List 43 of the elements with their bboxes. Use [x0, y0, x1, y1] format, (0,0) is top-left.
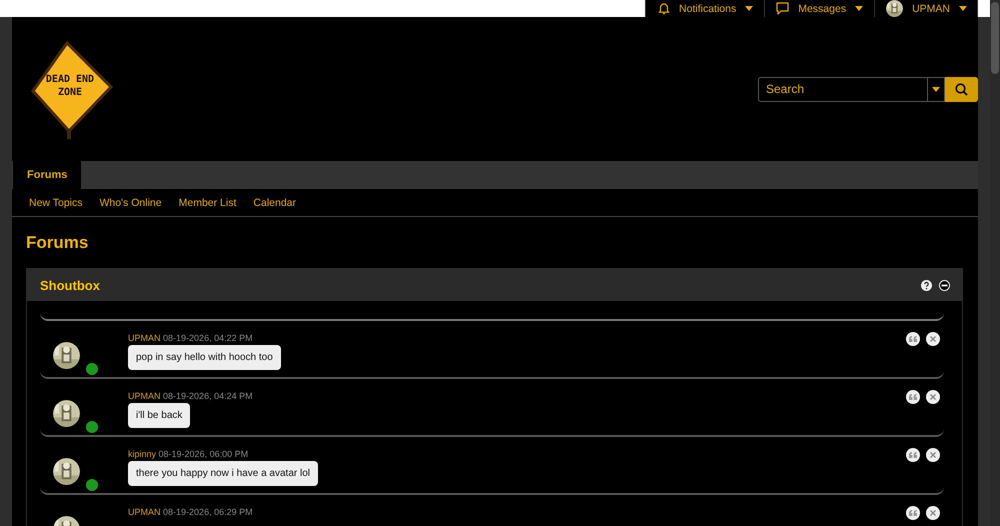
quote-icon — [909, 394, 917, 400]
delete-button[interactable] — [926, 390, 940, 404]
search-icon — [955, 82, 968, 96]
collapse-icon[interactable] — [939, 280, 950, 290]
page-title: Forums — [25, 232, 90, 254]
message-meta: kipinny 08-19-2026, 06:00 PM — [128, 449, 250, 459]
subnav-link[interactable]: Who's Online — [100, 196, 162, 208]
subnav-link[interactable]: New Topics — [29, 196, 82, 208]
close-icon — [930, 452, 936, 458]
caret-icon — [959, 6, 967, 11]
close-icon — [930, 510, 936, 516]
search-field[interactable]: Search — [758, 76, 927, 102]
quote-button[interactable] — [906, 332, 920, 346]
subnav-link[interactable]: Member List — [178, 196, 236, 208]
message-meta: UPMAN 08-19-2026, 06:29 PM — [128, 507, 254, 517]
help-icon[interactable] — [921, 280, 932, 290]
caret-icon — [932, 86, 940, 92]
message-bubble: pop in say hello with hooch too — [128, 345, 281, 370]
message-meta: UPMAN 08-19-2026, 04:24 PM — [128, 391, 254, 401]
delete-button[interactable] — [926, 448, 940, 462]
speech-bubble-icon — [776, 2, 790, 15]
quote-icon — [909, 510, 917, 516]
scrollbar[interactable] — [990, 0, 1000, 526]
caret-icon — [855, 6, 864, 11]
quote-button[interactable] — [906, 390, 920, 404]
close-icon — [930, 336, 936, 342]
quote-icon — [909, 452, 917, 458]
delete-button[interactable] — [926, 506, 940, 520]
subnav-link[interactable]: Calendar — [253, 196, 296, 208]
quote-icon — [909, 336, 917, 342]
search-options-button[interactable] — [927, 76, 945, 102]
quote-button[interactable] — [906, 506, 920, 520]
panel-title: Shoutbox — [40, 278, 101, 292]
quote-button[interactable] — [906, 448, 920, 462]
search-button[interactable] — [945, 76, 978, 102]
caret-icon — [745, 6, 754, 11]
message-bubble: there you happy now i have a avatar lol — [128, 461, 318, 486]
delete-button[interactable] — [926, 332, 940, 346]
message-bubble: i'll be back — [128, 403, 190, 428]
close-icon — [930, 394, 936, 400]
message-meta: UPMAN 08-19-2026, 04:22 PM — [128, 333, 254, 343]
bell-icon — [658, 2, 670, 15]
nav-tab[interactable]: Forums — [13, 161, 82, 189]
